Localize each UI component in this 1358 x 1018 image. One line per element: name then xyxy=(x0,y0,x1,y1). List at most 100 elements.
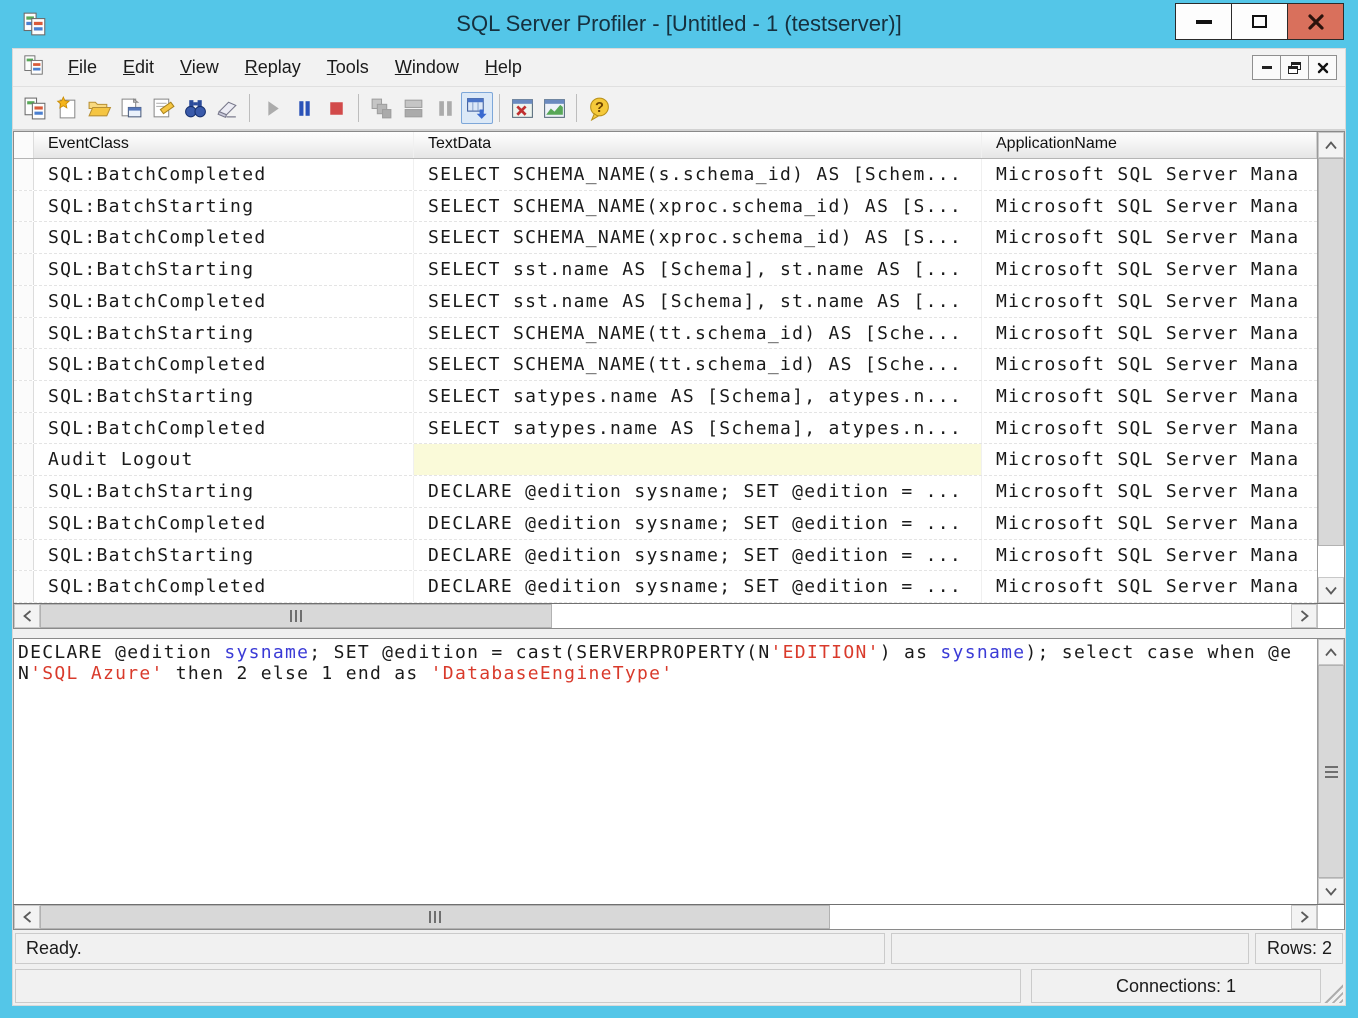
run-to-cursor-button[interactable] xyxy=(397,92,429,124)
scroll-right-icon[interactable] xyxy=(1291,604,1317,628)
textdata-cell: SELECT sst.name AS [Schema], st.name AS … xyxy=(414,286,982,317)
management-studio-button[interactable] xyxy=(538,92,570,124)
save-trace-button[interactable] xyxy=(115,92,147,124)
scroll-left-icon[interactable] xyxy=(14,905,40,929)
svg-text:?: ? xyxy=(595,100,604,116)
scroll-right-icon[interactable] xyxy=(1291,905,1317,929)
help-icon: ? xyxy=(587,96,612,121)
detail-hscroll-thumb[interactable] xyxy=(40,905,830,929)
eventclass-cell: SQL:BatchStarting xyxy=(34,191,414,222)
eventclass-cell: SQL:BatchStarting xyxy=(34,381,414,412)
applicationname-cell: Microsoft SQL Server Mana xyxy=(982,508,1317,539)
toolbar-separator xyxy=(576,94,577,122)
menu-file[interactable]: File xyxy=(55,52,110,83)
scroll-up-icon[interactable] xyxy=(1318,132,1344,158)
window-controls xyxy=(1176,3,1344,40)
minimize-button[interactable] xyxy=(1175,3,1232,40)
table-row[interactable]: SQL:BatchCompletedDECLARE @edition sysna… xyxy=(14,508,1317,540)
stop-replay-button[interactable] xyxy=(320,92,352,124)
column-header-eventclass[interactable]: EventClass xyxy=(34,132,414,158)
detail-horizontal-scrollbar[interactable] xyxy=(14,905,1317,929)
detail-frame: DECLARE @edition sysname; SET @edition =… xyxy=(13,638,1345,904)
execute-one-step-button[interactable] xyxy=(365,92,397,124)
menu-window[interactable]: Window xyxy=(382,52,472,83)
table-row[interactable]: SQL:BatchStartingDECLARE @edition sysnam… xyxy=(14,476,1317,508)
table-row[interactable]: Audit LogoutMicrosoft SQL Server Mana xyxy=(14,444,1317,476)
table-row[interactable]: SQL:BatchCompletedSELECT SCHEMA_NAME(tt.… xyxy=(14,349,1317,381)
eventclass-cell: SQL:BatchStarting xyxy=(34,540,414,571)
table-row[interactable]: SQL:BatchCompletedSELECT satypes.name AS… xyxy=(14,413,1317,445)
close-button[interactable] xyxy=(1287,3,1344,40)
eventclass-cell: Audit Logout xyxy=(34,444,414,475)
scroll-down-icon[interactable] xyxy=(1318,878,1344,904)
auto-scroll-button[interactable] xyxy=(461,92,493,124)
toggle-breakpoint-button[interactable] xyxy=(429,92,461,124)
toolbar: ? xyxy=(13,87,1345,131)
help-button[interactable]: ? xyxy=(583,92,615,124)
grid-vscroll-thumb[interactable] xyxy=(1318,158,1344,546)
tuning-advisor-button[interactable] xyxy=(506,92,538,124)
menu-tools[interactable]: Tools xyxy=(314,52,382,83)
row-selector xyxy=(14,349,34,380)
menu-edit[interactable]: Edit xyxy=(110,52,167,83)
row-selector xyxy=(14,222,34,253)
maximize-button[interactable] xyxy=(1231,3,1288,40)
detail-vertical-scrollbar[interactable] xyxy=(1317,639,1344,904)
detail-vscroll-thumb[interactable] xyxy=(1318,665,1344,878)
trace-definition-button[interactable] xyxy=(19,92,51,124)
child-restore-button[interactable] xyxy=(1280,55,1309,80)
table-row[interactable]: SQL:BatchStartingSELECT SCHEMA_NAME(tt.s… xyxy=(14,318,1317,350)
applicationname-cell: Microsoft SQL Server Mana xyxy=(982,540,1317,571)
textdata-cell: DECLARE @edition sysname; SET @edition =… xyxy=(414,508,982,539)
table-row[interactable]: SQL:BatchStartingSELECT satypes.name AS … xyxy=(14,381,1317,413)
new-trace-icon xyxy=(55,96,80,121)
connection-bar: Connections: 1 xyxy=(13,964,1345,1005)
trace-definition-icon xyxy=(23,96,48,121)
pause-replay-button[interactable] xyxy=(288,92,320,124)
connections-count: Connections: 1 xyxy=(1031,969,1321,1003)
row-selector xyxy=(14,159,34,190)
column-header-applicationname[interactable]: ApplicationName xyxy=(982,132,1317,158)
grid-hscroll-thumb[interactable] xyxy=(40,604,552,628)
textdata-cell: DECLARE @edition sysname; SET @edition =… xyxy=(414,476,982,507)
table-row[interactable]: SQL:BatchCompletedSELECT sst.name AS [Sc… xyxy=(14,286,1317,318)
child-close-button[interactable] xyxy=(1308,55,1337,80)
app-window: SQL Server Profiler - [Untitled - 1 (tes… xyxy=(0,0,1358,1018)
table-row[interactable]: SQL:BatchStartingSELECT SCHEMA_NAME(xpro… xyxy=(14,191,1317,223)
new-trace-button[interactable] xyxy=(51,92,83,124)
applicationname-cell: Microsoft SQL Server Mana xyxy=(982,349,1317,380)
clear-trace-window-button[interactable] xyxy=(211,92,243,124)
applicationname-cell: Microsoft SQL Server Mana xyxy=(982,476,1317,507)
applicationname-cell: Microsoft SQL Server Mana xyxy=(982,286,1317,317)
sql-detail-pane[interactable]: DECLARE @edition sysname; SET @edition =… xyxy=(14,639,1317,904)
pane-splitter[interactable] xyxy=(13,629,1345,638)
table-row[interactable]: SQL:BatchStartingDECLARE @edition sysnam… xyxy=(14,540,1317,572)
textdata-cell: SELECT satypes.name AS [Schema], atypes.… xyxy=(414,381,982,412)
scroll-up-icon[interactable] xyxy=(1318,639,1344,665)
table-row[interactable]: SQL:BatchCompletedDECLARE @edition sysna… xyxy=(14,571,1317,603)
find-button[interactable] xyxy=(179,92,211,124)
table-row[interactable]: SQL:BatchStartingSELECT sst.name AS [Sch… xyxy=(14,254,1317,286)
trace-grid: SQL:BatchCompletedSELECT SCHEMA_NAME(s.s… xyxy=(14,159,1317,603)
resize-grip[interactable] xyxy=(1321,981,1343,1003)
table-row[interactable]: SQL:BatchCompletedSELECT SCHEMA_NAME(s.s… xyxy=(14,159,1317,191)
scroll-down-icon[interactable] xyxy=(1318,577,1344,603)
applicationname-cell: Microsoft SQL Server Mana xyxy=(982,222,1317,253)
menu-help[interactable]: Help xyxy=(472,52,535,83)
menu-replay[interactable]: Replay xyxy=(232,52,314,83)
start-replay-button[interactable] xyxy=(256,92,288,124)
table-row[interactable]: SQL:BatchCompletedSELECT SCHEMA_NAME(xpr… xyxy=(14,222,1317,254)
menu-view[interactable]: View xyxy=(167,52,232,83)
column-header-textdata[interactable]: TextData xyxy=(414,132,982,158)
textdata-cell: SELECT satypes.name AS [Schema], atypes.… xyxy=(414,413,982,444)
trace-properties-button[interactable] xyxy=(147,92,179,124)
grid-vertical-scrollbar[interactable] xyxy=(1317,132,1344,603)
row-selector xyxy=(14,318,34,349)
find-icon xyxy=(183,96,208,121)
open-trace-button[interactable] xyxy=(83,92,115,124)
scroll-left-icon[interactable] xyxy=(14,604,40,628)
applicationname-cell: Microsoft SQL Server Mana xyxy=(982,191,1317,222)
eventclass-cell: SQL:BatchStarting xyxy=(34,318,414,349)
child-minimize-button[interactable] xyxy=(1252,55,1281,80)
grid-horizontal-scrollbar[interactable] xyxy=(14,604,1317,628)
